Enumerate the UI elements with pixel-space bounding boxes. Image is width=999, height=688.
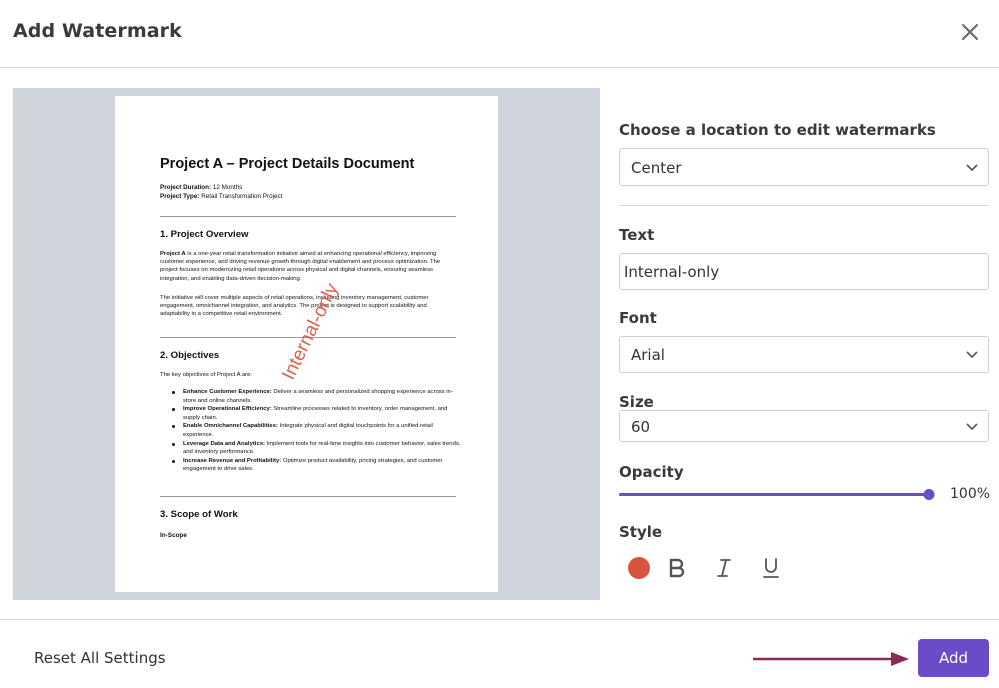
location-label: Choose a location to edit watermarks	[619, 121, 936, 139]
annotation-arrow-icon	[753, 652, 909, 666]
doc-divider	[160, 216, 456, 217]
size-select[interactable]: 60	[619, 410, 989, 442]
doc-divider	[160, 337, 456, 338]
chevron-down-icon	[966, 423, 978, 431]
font-label: Font	[619, 309, 657, 327]
doc-paragraph: The initiative will cover multiple aspec…	[160, 295, 429, 318]
doc-section-heading: 2. Objectives	[160, 350, 220, 361]
font-value: Arial	[631, 346, 665, 364]
opacity-slider-fill	[619, 493, 934, 496]
italic-icon[interactable]	[712, 556, 736, 580]
opacity-value: 100%	[950, 486, 991, 502]
dialog-title: Add Watermark	[13, 20, 182, 42]
add-button[interactable]: Add	[918, 639, 989, 677]
doc-section-heading: 3. Scope of Work	[160, 509, 238, 520]
close-icon[interactable]	[958, 20, 982, 44]
reset-all-settings-button[interactable]: Reset All Settings	[34, 649, 166, 667]
watermark-preview: Project A – Project Details Document Pro…	[13, 88, 600, 600]
opacity-slider[interactable]	[619, 486, 935, 504]
list-item: Increase Revenue and Profitability: Opti…	[172, 457, 462, 474]
doc-paragraph: The key objectives of Project A are:	[160, 372, 253, 378]
opacity-label: Opacity	[619, 463, 684, 481]
style-label: Style	[619, 523, 663, 541]
doc-subheading: In-Scope	[160, 532, 187, 539]
underline-icon[interactable]	[759, 556, 783, 580]
list-item: Enhance Customer Experience: Deliver a s…	[172, 388, 462, 405]
doc-meta-duration: Project Duration: 12 Months	[160, 184, 243, 191]
doc-objectives-list: Enhance Customer Experience: Deliver a s…	[172, 388, 462, 474]
font-select[interactable]: Arial	[619, 336, 989, 373]
bold-icon[interactable]	[665, 556, 689, 580]
doc-title: Project A – Project Details Document	[160, 156, 415, 172]
chevron-down-icon	[966, 351, 978, 359]
size-label: Size	[619, 393, 654, 411]
settings-divider	[619, 205, 989, 206]
doc-meta-type: Project Type: Retail Transformation Proj…	[160, 193, 283, 200]
location-select[interactable]: Center	[619, 148, 989, 186]
size-value: 60	[631, 418, 651, 436]
list-item: Enable Omnichannel Capabilities: Integra…	[172, 422, 462, 439]
doc-paragraph: Project A is a one-year retail transform…	[160, 251, 441, 282]
list-item: Leverage Data and Analytics: Implement t…	[172, 440, 462, 457]
watermark-text-input[interactable]	[619, 253, 989, 290]
list-item: Improve Operational Efficiency: Streamli…	[172, 405, 462, 422]
text-label: Text	[619, 226, 655, 244]
location-value: Center	[631, 159, 682, 177]
opacity-slider-handle[interactable]	[923, 489, 935, 500]
document-page: Project A – Project Details Document Pro…	[115, 96, 498, 592]
doc-section-heading: 1. Project Overview	[160, 229, 249, 240]
doc-divider	[160, 496, 456, 497]
color-picker-button[interactable]	[628, 557, 650, 579]
chevron-down-icon	[966, 164, 978, 172]
